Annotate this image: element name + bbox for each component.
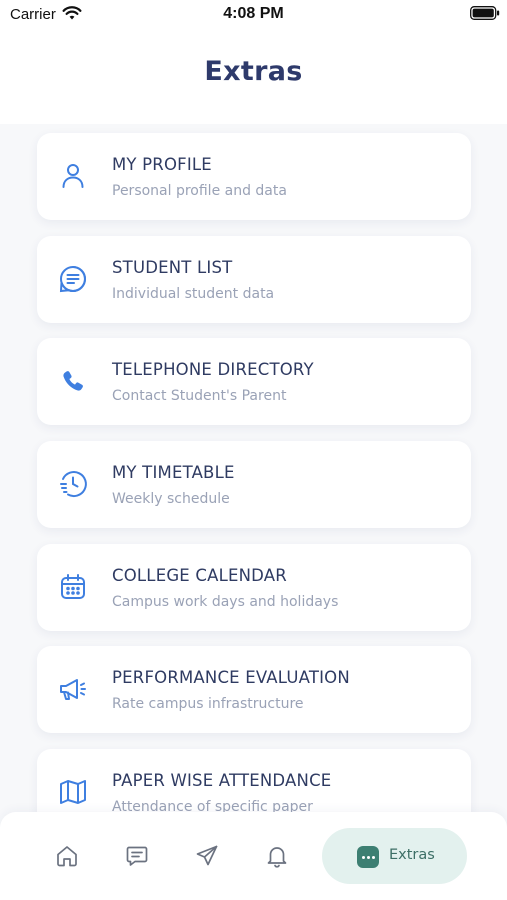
menu-item-paper-wise-attendance[interactable]: PAPER WISE ATTENDANCE Attendance of spec… — [37, 749, 471, 812]
battery-icon — [470, 6, 500, 20]
menu-item-college-calendar[interactable]: COLLEGE CALENDAR Campus work days and ho… — [37, 544, 471, 631]
menu-item-my-profile[interactable]: MY PROFILE Personal profile and data — [37, 133, 471, 220]
chat-icon[interactable] — [124, 843, 150, 869]
menu-item-subtitle: Contact Student's Parent — [112, 388, 287, 404]
phone-icon — [63, 371, 83, 391]
menu-item-subtitle: Rate campus infrastructure — [112, 696, 304, 712]
calendar-icon — [61, 574, 85, 599]
megaphone-icon — [60, 679, 86, 700]
tab-extras[interactable]: Extras — [322, 828, 467, 884]
menu-item-subtitle: Weekly schedule — [112, 491, 230, 507]
menu-item-subtitle: Attendance of specific paper — [112, 799, 313, 812]
home-icon[interactable] — [54, 843, 80, 869]
bottom-tab-bar: Extras — [0, 812, 507, 900]
page-header: Extras — [0, 28, 507, 124]
menu-item-telephone-directory[interactable]: TELEPHONE DIRECTORY Contact Student's Pa… — [37, 338, 471, 425]
bell-icon[interactable] — [264, 843, 290, 869]
list-icon — [59, 266, 86, 293]
more-icon — [357, 846, 379, 868]
menu-item-title: STUDENT LIST — [112, 258, 233, 277]
menu-item-student-list[interactable]: STUDENT LIST Individual student data — [37, 236, 471, 323]
person-icon — [62, 164, 84, 188]
status-time: 4:08 PM — [223, 5, 284, 22]
tab-extras-label: Extras — [389, 847, 435, 863]
menu-item-subtitle: Individual student data — [112, 286, 275, 302]
menu-item-subtitle: Campus work days and holidays — [112, 594, 339, 610]
status-bar: Carrier 4:08 PM — [0, 0, 507, 28]
menu-item-performance-evaluation[interactable]: PERFORMANCE EVALUATION Rate campus infra… — [37, 646, 471, 733]
clock-history-icon — [60, 471, 87, 498]
menu-item-my-timetable[interactable]: MY TIMETABLE Weekly schedule — [37, 441, 471, 528]
map-icon — [60, 780, 86, 804]
menu-item-title: TELEPHONE DIRECTORY — [112, 360, 314, 379]
menu-item-subtitle: Personal profile and data — [112, 183, 287, 199]
extras-menu-list[interactable]: MY PROFILE Personal profile and data STU… — [0, 124, 507, 812]
menu-item-title: MY TIMETABLE — [112, 463, 235, 482]
menu-item-title: PAPER WISE ATTENDANCE — [112, 771, 332, 790]
page-title: Extras — [204, 56, 303, 87]
menu-item-title: PERFORMANCE EVALUATION — [112, 668, 350, 687]
menu-item-title: COLLEGE CALENDAR — [112, 566, 287, 585]
send-icon[interactable] — [194, 843, 220, 869]
menu-item-title: MY PROFILE — [112, 155, 212, 174]
